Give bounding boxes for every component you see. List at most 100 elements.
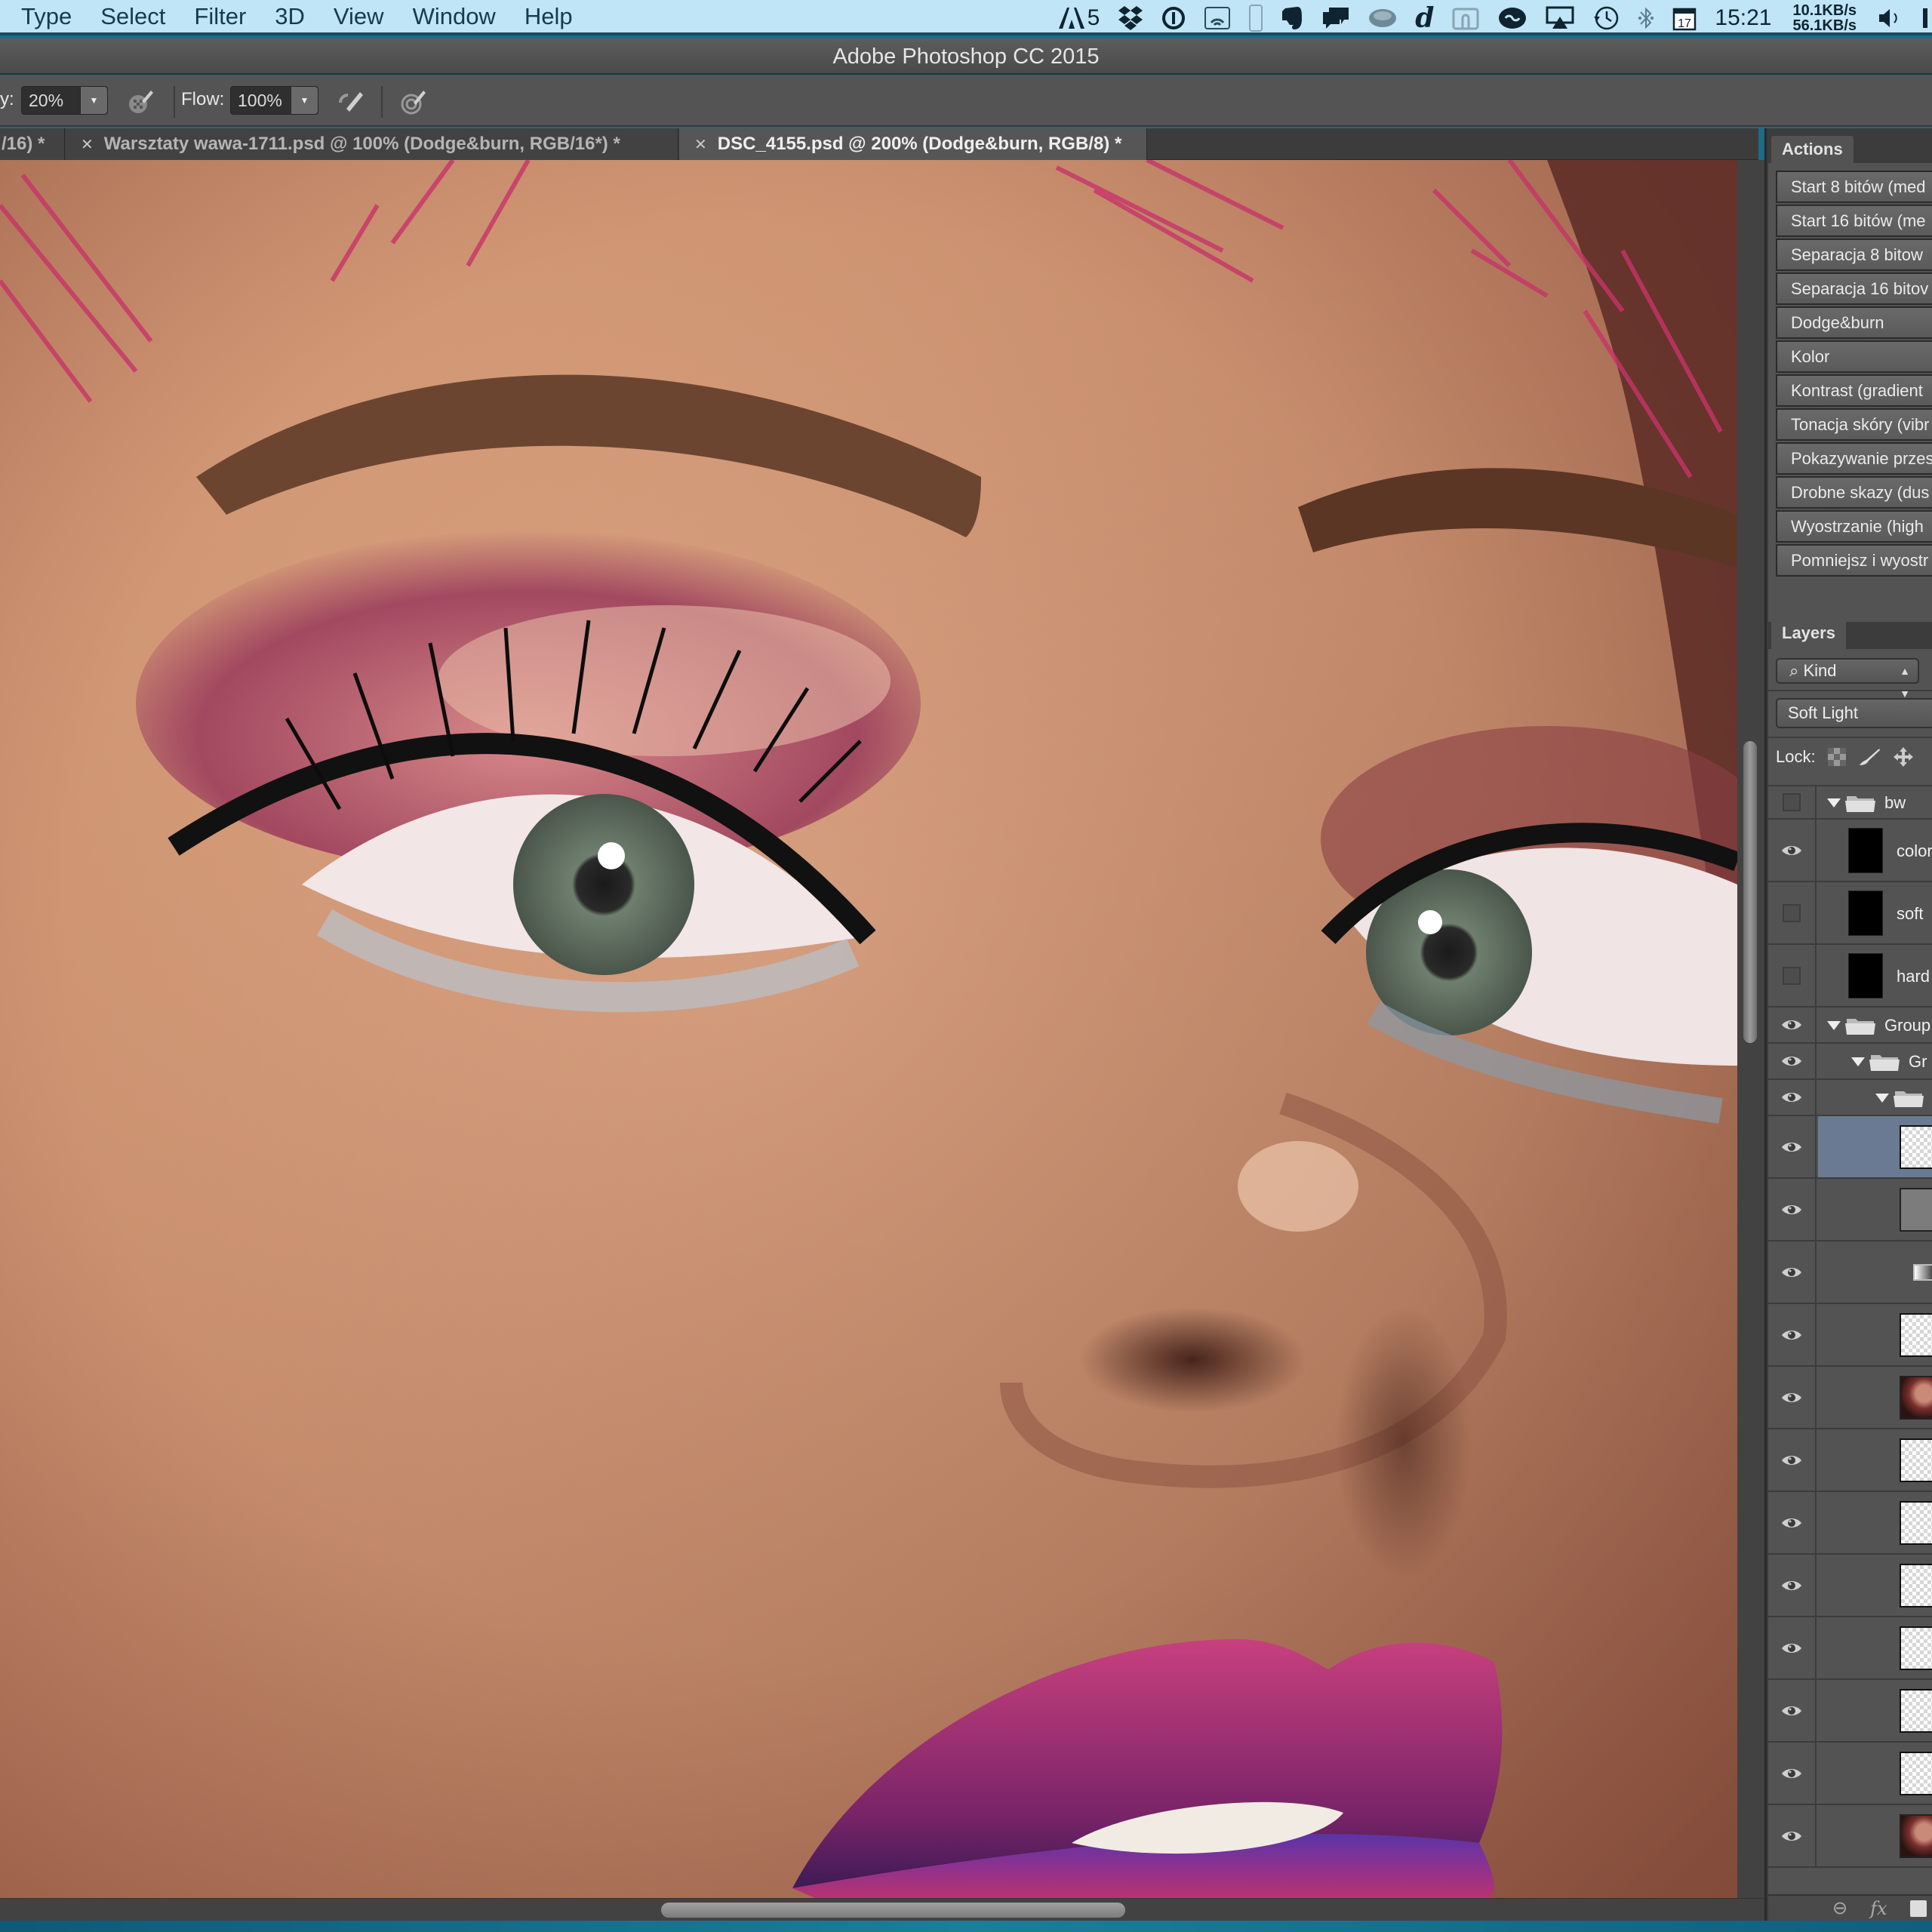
menu-help[interactable]: Help <box>510 3 587 30</box>
action-button[interactable]: Pomniejsz i wyostr <box>1776 544 1932 577</box>
action-button[interactable]: Dodge&burn <box>1776 306 1932 339</box>
link-layers-icon[interactable]: ⊖ <box>1832 1897 1847 1919</box>
lock-position-icon[interactable] <box>1893 746 1914 768</box>
tab-document-1[interactable]: /16) * <box>0 128 65 160</box>
layer-style-fx-icon[interactable]: fx <box>1870 1898 1887 1919</box>
layer-content[interactable] <box>1818 1680 1932 1741</box>
airbrush-icon[interactable] <box>337 88 365 115</box>
expand-triangle-icon[interactable] <box>1875 1094 1889 1103</box>
layer-content[interactable] <box>1818 1617 1932 1678</box>
layer-row[interactable] <box>1768 1116 1932 1179</box>
close-tab-icon[interactable]: ✕ <box>694 135 707 154</box>
layer-row[interactable] <box>1768 1743 1932 1805</box>
layer-content[interactable] <box>1818 1805 1932 1866</box>
lock-image-pixels-icon[interactable] <box>1858 747 1881 767</box>
calendar-icon[interactable]: 17 <box>1672 5 1697 31</box>
layer-row[interactable]: Group <box>1768 1008 1932 1044</box>
layer-content[interactable] <box>1818 1179 1932 1240</box>
tab-dsc-4155[interactable]: ✕ DSC_4155.psd @ 200% (Dodge&burn, RGB/8… <box>679 128 1147 160</box>
adobe-icon[interactable]: 5 <box>1058 5 1100 31</box>
time-machine-icon[interactable] <box>1592 5 1620 32</box>
action-button[interactable]: Drobne skazy (dus <box>1776 476 1932 509</box>
layer-row[interactable] <box>1768 1555 1932 1617</box>
action-button[interactable]: Tonacja skóry (vibr <box>1776 408 1932 441</box>
vertical-scroll-thumb[interactable] <box>1743 741 1757 1043</box>
layer-row[interactable]: hard <box>1768 945 1932 1008</box>
layer-visibility-toggle[interactable] <box>1768 1805 1817 1866</box>
layer-row[interactable] <box>1768 1080 1932 1116</box>
messages-icon[interactable] <box>1321 6 1350 30</box>
layer-content[interactable]: Group <box>1818 1008 1932 1042</box>
phone-icon[interactable] <box>1249 4 1263 32</box>
layer-row[interactable] <box>1768 1429 1932 1492</box>
layer-visibility-toggle[interactable] <box>1768 1241 1817 1303</box>
opacity-field[interactable]: 20% ▼ <box>21 86 108 115</box>
layer-visibility-toggle[interactable] <box>1768 1080 1817 1115</box>
layer-row[interactable] <box>1768 1304 1932 1367</box>
layer-content[interactable] <box>1818 1116 1932 1177</box>
layer-filter-select[interactable]: ⌕ Kind ▲ ▼ <box>1776 658 1919 700</box>
image-canvas[interactable] <box>0 160 1737 1898</box>
flow-value[interactable]: 100% <box>231 91 291 111</box>
vertical-scrollbar[interactable] <box>1737 160 1764 1898</box>
1password-icon[interactable] <box>1161 6 1186 30</box>
action-button[interactable]: Kontrast (gradient <box>1776 374 1932 407</box>
lock-transparent-pixels-icon[interactable] <box>1827 748 1846 766</box>
bluetooth-icon[interactable] <box>1638 5 1654 31</box>
layer-content[interactable] <box>1818 1241 1932 1303</box>
dropbox-icon[interactable] <box>1118 5 1143 30</box>
add-mask-icon[interactable] <box>1909 1900 1927 1917</box>
pressure-size-icon[interactable] <box>400 88 427 115</box>
notification-icon[interactable] <box>1921 7 1929 29</box>
layer-row[interactable] <box>1768 1367 1932 1429</box>
expand-triangle-icon[interactable] <box>1851 1057 1865 1066</box>
close-tab-icon[interactable]: ✕ <box>81 135 94 154</box>
layer-visibility-toggle[interactable] <box>1768 1116 1817 1177</box>
layer-visibility-toggle[interactable] <box>1768 1492 1817 1553</box>
layer-content[interactable] <box>1818 1080 1932 1115</box>
action-button[interactable]: Wyostrzanie (high <box>1776 510 1932 543</box>
action-button[interactable]: Separacja 16 bitov <box>1776 272 1932 305</box>
layer-visibility-toggle[interactable] <box>1768 1304 1817 1365</box>
layer-content[interactable] <box>1818 1743 1932 1804</box>
layer-row[interactable] <box>1768 1179 1932 1241</box>
action-button[interactable]: Start 8 bitów (med <box>1776 171 1932 203</box>
evernote-icon[interactable] <box>1281 5 1303 31</box>
layer-visibility-toggle[interactable] <box>1768 786 1817 818</box>
layer-content[interactable] <box>1818 1492 1932 1553</box>
layer-content[interactable]: Gr <box>1818 1044 1932 1078</box>
layers-panel-tab[interactable]: Layers <box>1771 617 1846 649</box>
opacity-value[interactable]: 20% <box>22 91 80 111</box>
flow-field[interactable]: 100% ▼ <box>230 86 318 115</box>
layer-visibility-toggle[interactable] <box>1768 1008 1817 1042</box>
menu-window[interactable]: Window <box>398 3 510 30</box>
layer-visibility-toggle[interactable] <box>1768 882 1817 943</box>
wifi-hotspot-icon[interactable] <box>1204 6 1231 30</box>
horizontal-scrollbar[interactable] <box>0 1898 1764 1921</box>
expand-triangle-icon[interactable] <box>1827 798 1841 808</box>
layer-content[interactable]: bw <box>1818 786 1932 818</box>
layer-row[interactable] <box>1768 1680 1932 1743</box>
action-button[interactable]: Pokazywanie przes <box>1776 442 1932 475</box>
menu-select[interactable]: Select <box>86 3 180 30</box>
layer-visibility-toggle[interactable] <box>1768 1367 1817 1428</box>
actions-panel-tab[interactable]: Actions <box>1771 136 1854 163</box>
menu-type[interactable]: Type <box>0 3 86 30</box>
layer-content[interactable]: soft <box>1818 882 1932 943</box>
layer-row[interactable]: color <box>1768 820 1932 882</box>
layer-visibility-toggle[interactable] <box>1768 1680 1817 1741</box>
drive-icon[interactable] <box>1452 6 1479 30</box>
action-button[interactable]: Start 16 bitów (me <box>1776 205 1932 237</box>
tab-warsztaty[interactable]: ✕ Warsztaty wawa-1711.psd @ 100% (Dodge&… <box>66 128 678 160</box>
layer-visibility-toggle[interactable] <box>1768 1044 1817 1078</box>
layer-row[interactable]: Gr <box>1768 1044 1932 1080</box>
layer-visibility-toggle[interactable] <box>1768 1555 1817 1616</box>
pressure-opacity-icon[interactable] <box>127 88 154 115</box>
clock[interactable]: 15:21 <box>1715 5 1771 31</box>
creative-cloud-icon[interactable] <box>1497 6 1527 30</box>
volume-icon[interactable] <box>1878 7 1903 29</box>
layer-visibility-toggle[interactable] <box>1768 1617 1817 1678</box>
layer-visibility-toggle[interactable] <box>1768 1743 1817 1804</box>
layer-row[interactable]: soft <box>1768 882 1932 945</box>
layer-row[interactable]: bw <box>1768 786 1932 820</box>
